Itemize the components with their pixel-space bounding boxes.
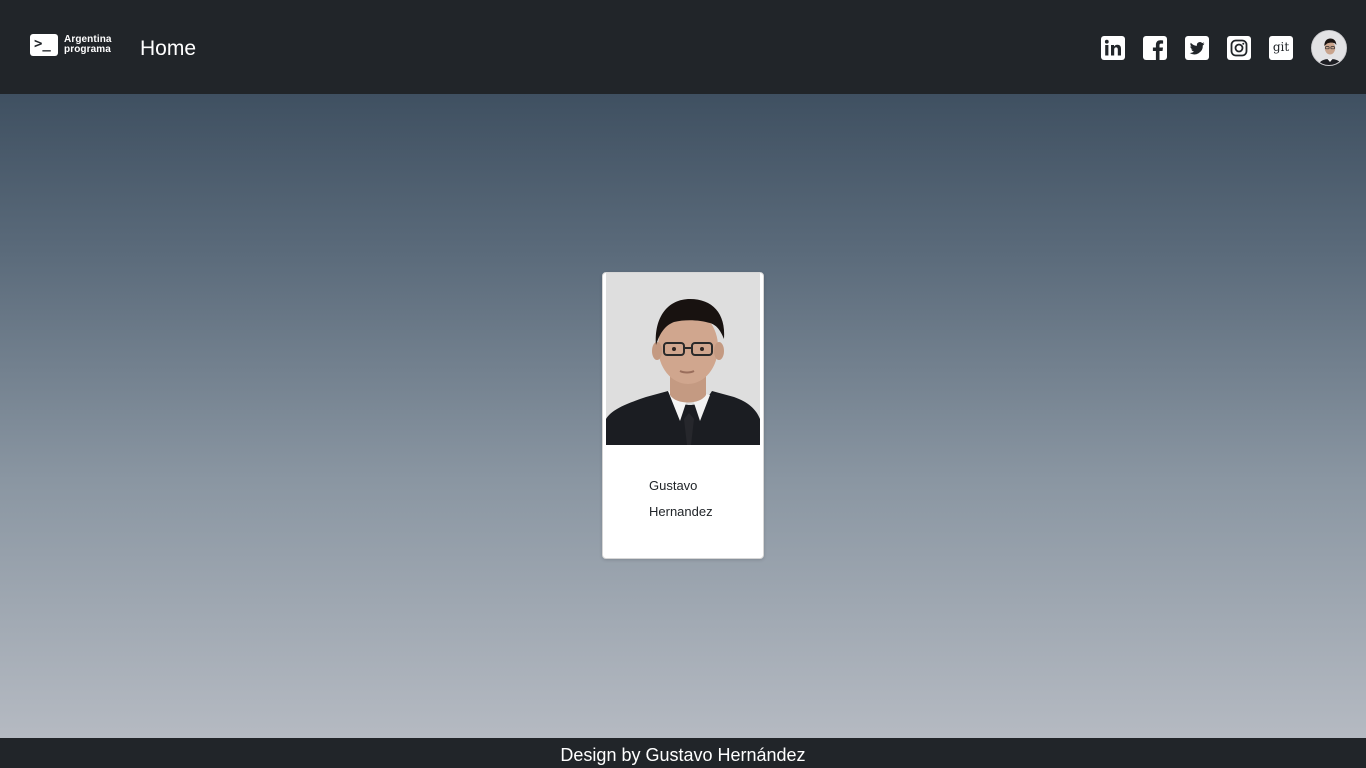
linkedin-link[interactable] — [1101, 36, 1125, 60]
brand-text: Argentina programa — [64, 35, 112, 55]
github-link[interactable]: git — [1269, 36, 1293, 60]
footer-credit-text: Design by Gustavo Hernández — [560, 745, 806, 765]
profile-card[interactable]: Gustavo Hernandez — [602, 272, 764, 559]
twitter-link[interactable] — [1185, 36, 1209, 60]
brand-line-2: programa — [64, 44, 111, 55]
instagram-link[interactable] — [1227, 36, 1251, 60]
facebook-link[interactable] — [1143, 36, 1167, 60]
git-icon: git — [1272, 40, 1290, 54]
profile-name: Gustavo Hernandez — [649, 473, 713, 525]
page-background: Gustavo Hernandez — [0, 94, 1366, 738]
twitter-icon — [1185, 36, 1209, 60]
terminal-icon: >_ — [30, 34, 58, 56]
facebook-icon — [1143, 36, 1167, 60]
top-navbar: >_ Argentina programa Home git — [0, 0, 1366, 94]
person-avatar-icon — [1312, 31, 1346, 65]
person-photo-image — [606, 273, 760, 445]
nav-home-link[interactable]: Home — [140, 36, 196, 62]
instagram-icon — [1227, 36, 1251, 60]
profile-first-name: Gustavo — [649, 478, 698, 493]
footer: Design by Gustavo Hernández — [0, 738, 1366, 768]
profile-photo — [606, 273, 760, 445]
profile-last-name: Hernandez — [649, 504, 713, 519]
brand-logo-link[interactable]: >_ Argentina programa — [30, 34, 112, 56]
profile-avatar[interactable] — [1311, 30, 1347, 66]
linkedin-icon — [1101, 36, 1125, 60]
